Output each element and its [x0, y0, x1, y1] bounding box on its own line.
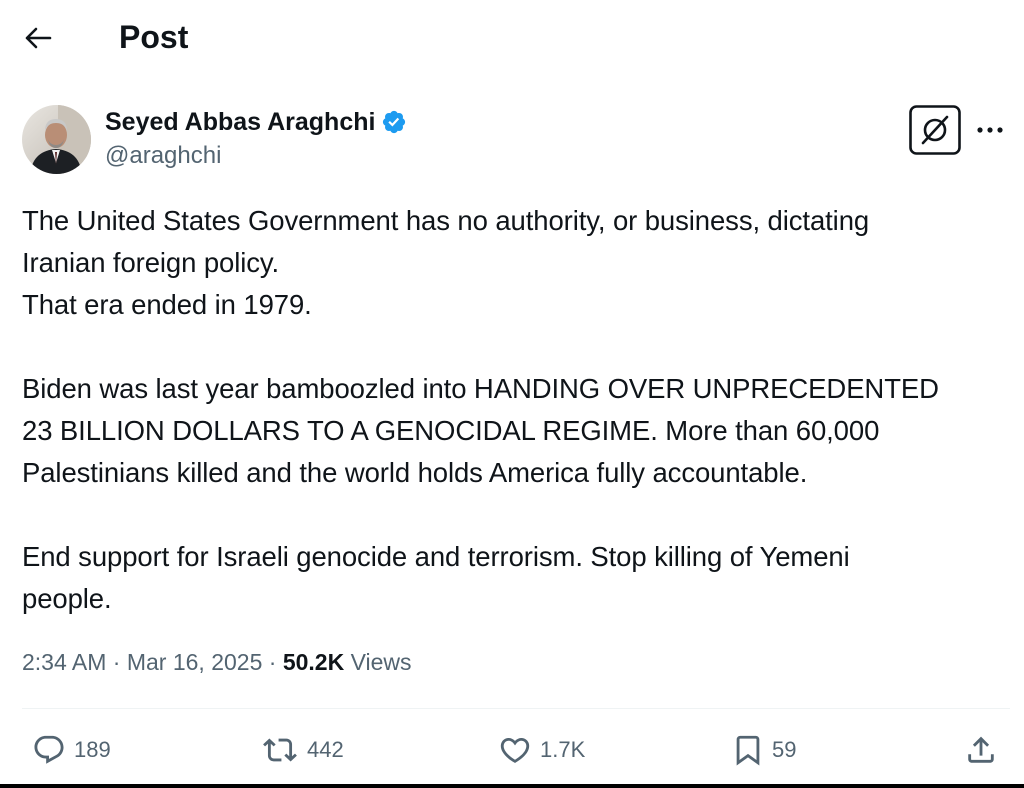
screen-bottom-edge	[0, 784, 1024, 788]
heart-icon	[500, 737, 530, 763]
tweet-meta: 2:34 AM · Mar 16, 2025 · 50.2K Views	[22, 644, 412, 680]
repost-icon	[263, 738, 297, 762]
grok-button[interactable]	[909, 105, 961, 155]
more-button[interactable]	[975, 115, 1005, 145]
views-label: Views	[350, 649, 412, 675]
reply-button[interactable]: 189	[31, 726, 111, 774]
tweet-date[interactable]: Mar 16, 2025	[127, 644, 263, 680]
action-bar: 189 442 1.7K 59	[0, 726, 1024, 774]
bookmark-count: 59	[772, 737, 797, 762]
handle[interactable]: @araghchi	[105, 141, 221, 171]
tweet-author: Seyed Abbas Araghchi @araghchi	[22, 105, 1005, 177]
tweet-text: The United States Government has no auth…	[22, 205, 939, 614]
top-bar: Post	[0, 0, 1024, 76]
arrow-left-icon	[25, 27, 52, 49]
like-count: 1.7K	[540, 737, 586, 762]
avatar[interactable]	[22, 105, 91, 174]
repost-button[interactable]: 442	[260, 726, 344, 774]
back-button[interactable]	[18, 18, 58, 58]
repost-count: 442	[307, 737, 344, 762]
more-horizontal-icon	[977, 127, 1003, 133]
grok-icon	[909, 105, 961, 155]
reply-icon	[34, 735, 64, 764]
share-button[interactable]	[964, 726, 998, 774]
bookmark-icon	[736, 735, 760, 766]
meta-separator: ·	[268, 649, 277, 675]
display-name[interactable]: Seyed Abbas Araghchi	[105, 106, 375, 138]
verified-badge-icon	[381, 109, 407, 135]
page-title: Post	[119, 19, 189, 55]
meta-separator: ·	[112, 649, 121, 675]
avatar-image	[22, 105, 91, 174]
tweet-time[interactable]: 2:34 AM	[22, 644, 106, 680]
bookmark-button[interactable]: 59	[731, 726, 796, 774]
views-count[interactable]: 50.2K	[283, 644, 344, 680]
like-button[interactable]: 1.7K	[497, 726, 585, 774]
share-icon	[968, 736, 994, 763]
name-row: Seyed Abbas Araghchi	[105, 106, 407, 138]
reply-count: 189	[74, 737, 111, 762]
divider	[22, 708, 1010, 709]
